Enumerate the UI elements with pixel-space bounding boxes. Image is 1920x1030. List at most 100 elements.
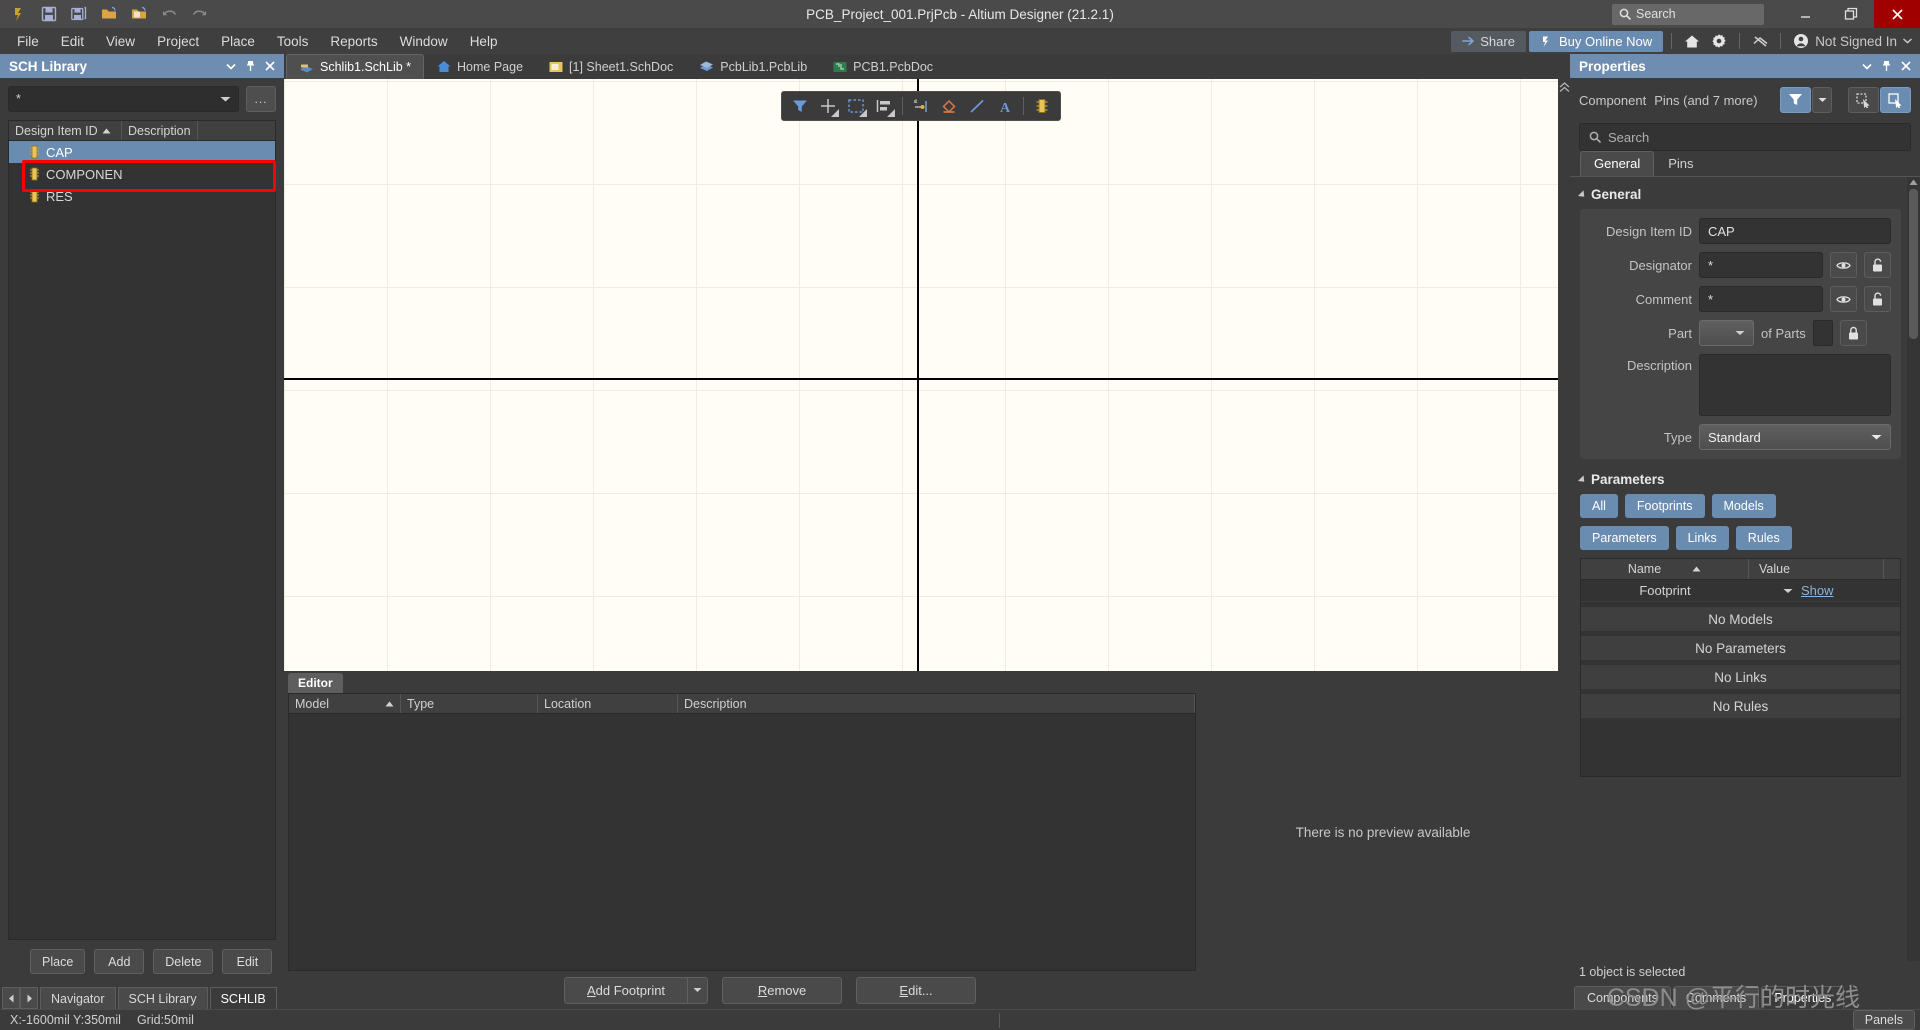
column-type[interactable]: Type (401, 694, 538, 713)
library-filter-combo[interactable]: * (8, 86, 239, 112)
properties-search-input[interactable]: Search (1579, 123, 1911, 151)
part-lock-icon[interactable] (1839, 320, 1867, 346)
open-icon[interactable] (95, 1, 123, 27)
chevron-down-icon[interactable] (1783, 588, 1793, 594)
tab-pins[interactable]: Pins (1654, 151, 1707, 176)
home-icon[interactable] (1680, 31, 1704, 51)
settings-gear-icon[interactable] (1707, 31, 1731, 51)
comment-input[interactable]: * (1699, 286, 1823, 312)
parameter-show-link[interactable]: Show (1801, 583, 1834, 598)
filter-footprints-button[interactable]: Footprints (1624, 494, 1705, 518)
part-select[interactable] (1699, 320, 1754, 346)
minimize-button[interactable] (1782, 0, 1828, 28)
table-row[interactable]: Footprint Show (1581, 580, 1900, 602)
align-icon[interactable] (871, 94, 897, 119)
column-value[interactable]: Value (1749, 559, 1884, 579)
menu-reports[interactable]: Reports (319, 30, 388, 53)
place-component-icon[interactable] (1029, 94, 1055, 119)
list-item-component[interactable]: COMPONEN (9, 163, 275, 185)
doc-tab-pcblib1[interactable]: PcbLib1.PcbLib (686, 54, 820, 79)
list-item-res[interactable]: RES (9, 185, 275, 207)
close-button[interactable] (1874, 0, 1920, 28)
menu-project[interactable]: Project (146, 30, 210, 53)
notifications-icon[interactable] (1748, 31, 1772, 51)
undo-icon[interactable] (155, 1, 183, 27)
schematic-canvas[interactable]: 1 A (284, 79, 1558, 671)
filter-icon[interactable] (1780, 87, 1811, 113)
column-model[interactable]: Model (289, 694, 401, 713)
bottom-tab-properties[interactable]: Properties (1761, 986, 1845, 1009)
column-design-item-id[interactable]: Design Item ID (9, 121, 122, 140)
global-search-input[interactable]: Search (1612, 3, 1764, 25)
tab-sch-library[interactable]: SCH Library (117, 987, 208, 1009)
save-icon[interactable] (35, 1, 63, 27)
add-footprint-button[interactable]: Add Footprint (564, 976, 689, 1004)
bottom-tab-comments[interactable]: Comments (1672, 986, 1760, 1009)
menu-edit[interactable]: Edit (50, 30, 95, 53)
select-filtered-objects-icon[interactable] (1880, 87, 1911, 113)
filter-links-button[interactable]: Links (1675, 526, 1729, 550)
design-item-id-input[interactable]: CAP (1699, 218, 1891, 244)
tabs-scroll-right-button[interactable] (20, 987, 38, 1009)
panel-menu-chevron-down-icon[interactable] (226, 63, 236, 70)
scrollbar-thumb[interactable] (1909, 189, 1918, 339)
panel-close-icon[interactable] (265, 61, 275, 71)
place-line-icon[interactable] (964, 94, 990, 119)
designator-visibility-eye-icon[interactable] (1830, 252, 1857, 278)
library-filter-options-button[interactable]: ... (246, 86, 276, 112)
menu-file[interactable]: File (6, 30, 50, 53)
filter-models-button[interactable]: Models (1711, 494, 1776, 518)
remove-model-button[interactable]: Remove (722, 976, 843, 1004)
selection-rect-icon[interactable] (843, 94, 869, 119)
menu-place[interactable]: Place (210, 30, 266, 53)
column-location[interactable]: Location (538, 694, 678, 713)
menu-tools[interactable]: Tools (266, 30, 320, 53)
place-text-icon[interactable]: A (992, 94, 1018, 119)
column-name[interactable]: Name (1581, 559, 1749, 579)
menu-window[interactable]: Window (389, 30, 459, 53)
designator-unlock-icon[interactable] (1864, 252, 1891, 278)
doc-tab-sheet1[interactable]: [1] Sheet1.SchDoc (536, 54, 686, 79)
save-all-icon[interactable] (65, 1, 93, 27)
column-description[interactable]: Description (122, 121, 198, 140)
list-item-cap[interactable]: CAP (9, 141, 275, 163)
redo-icon[interactable] (185, 1, 213, 27)
menu-help[interactable]: Help (459, 30, 509, 53)
panel-pin-icon[interactable] (1881, 60, 1892, 72)
filter-icon[interactable] (787, 94, 813, 119)
comment-visibility-eye-icon[interactable] (1830, 286, 1857, 312)
panel-pin-icon[interactable] (245, 60, 256, 72)
edit-button[interactable]: Edit (222, 949, 273, 974)
edit-model-button[interactable]: Edit... (856, 976, 977, 1004)
maximize-restore-button[interactable] (1828, 0, 1874, 28)
tab-schlib[interactable]: SCHLIB (209, 987, 277, 1009)
tab-editor[interactable]: Editor (288, 673, 343, 693)
chevron-double-up-icon[interactable] (1559, 82, 1570, 93)
filter-rules-button[interactable]: Rules (1735, 526, 1792, 550)
share-button[interactable]: Share (1451, 30, 1526, 52)
properties-scrollbar[interactable] (1907, 177, 1920, 961)
altium-logo-icon[interactable] (5, 1, 33, 27)
add-button[interactable]: Add (94, 949, 145, 974)
comment-unlock-icon[interactable] (1864, 286, 1891, 312)
place-pin-icon[interactable]: 1 (908, 94, 934, 119)
bottom-tab-components[interactable]: Components (1574, 986, 1671, 1009)
filter-parameters-button[interactable]: Parameters (1580, 526, 1669, 550)
doc-tab-pcb1[interactable]: PCB1.PcbDoc (820, 54, 946, 79)
parts-count-input[interactable] (1812, 320, 1833, 346)
parameters-section-header[interactable]: Parameters (1577, 472, 1901, 487)
tabs-scroll-left-button[interactable] (2, 987, 20, 1009)
open-project-icon[interactable] (125, 1, 153, 27)
general-section-header[interactable]: General (1577, 187, 1901, 202)
tab-general[interactable]: General (1580, 151, 1655, 176)
panel-menu-chevron-down-icon[interactable] (1862, 63, 1872, 70)
panel-close-icon[interactable] (1901, 61, 1911, 71)
designator-input[interactable]: * (1699, 252, 1823, 278)
menu-view[interactable]: View (95, 30, 146, 53)
place-polygon-icon[interactable] (936, 94, 962, 119)
sign-in-button[interactable]: Not Signed In (1789, 33, 1912, 49)
panels-button[interactable]: Panels (1852, 1010, 1915, 1030)
type-select[interactable]: Standard (1699, 424, 1891, 450)
column-description[interactable]: Description (678, 694, 1195, 713)
doc-tab-schlib1[interactable]: Schlib1.SchLib * (286, 54, 425, 79)
